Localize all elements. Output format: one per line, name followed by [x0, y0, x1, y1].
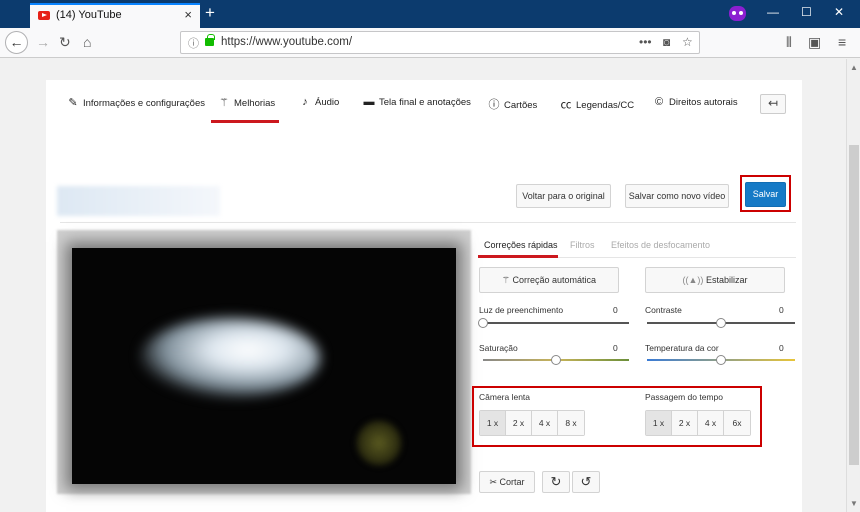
- color-temperature-label: Temperatura da cor: [645, 343, 719, 353]
- tab-info-settings[interactable]: ✎ Informações e configurações: [66, 96, 205, 118]
- fill-light-knob[interactable]: [478, 318, 488, 328]
- title-bar: (14) YouTube × + — ☐ ✕: [0, 0, 860, 28]
- video-title-thumbnail: [57, 186, 220, 216]
- tab-enhancements[interactable]: ⚚ Melhorias: [217, 96, 275, 118]
- scroll-thumb[interactable]: [849, 145, 859, 465]
- pencil-icon: ✎: [68, 97, 78, 109]
- tab-audio[interactable]: ♪ Áudio: [298, 96, 339, 118]
- save-as-new-video-button[interactable]: Salvar como novo vídeo: [625, 184, 729, 208]
- subtab-quick-fixes[interactable]: Correções rápidas: [484, 240, 558, 250]
- scissors-icon: ✂: [489, 477, 497, 487]
- saturation-knob[interactable]: [551, 355, 561, 365]
- saturation-value: 0: [613, 343, 618, 353]
- subtab-blur-effects[interactable]: Efeitos de desfocamento: [611, 240, 710, 250]
- library-icon[interactable]: ⫴: [786, 33, 792, 51]
- tab-end-screen[interactable]: ▬ Tela final e anotações: [362, 96, 471, 118]
- revert-to-original-button[interactable]: Voltar para o original: [516, 184, 611, 208]
- close-window-icon[interactable]: ✕: [834, 5, 844, 19]
- sidebar-icon[interactable]: ▣: [808, 33, 821, 51]
- saturation-label: Saturação: [479, 343, 518, 353]
- fill-light-value: 0: [613, 305, 618, 315]
- magic-wand-icon: ⚚: [219, 97, 229, 109]
- auto-fix-button[interactable]: ⚚ Correção automática: [479, 267, 619, 293]
- music-note-icon: ♪: [302, 96, 308, 108]
- rotate-right-button[interactable]: ↻: [542, 471, 570, 493]
- page-actions-icon[interactable]: •••: [639, 35, 652, 49]
- video-yellow-blur: [356, 420, 402, 466]
- pocket-icon[interactable]: ◙: [663, 35, 670, 49]
- url-text[interactable]: https://www.youtube.com/: [221, 36, 352, 48]
- maximize-icon[interactable]: ☐: [801, 5, 812, 19]
- timelapse-2x[interactable]: 2 x: [672, 411, 698, 435]
- tab-subtitles[interactable]: ㏄ Legendas/CC: [559, 96, 635, 118]
- active-subtab-indicator: [478, 255, 558, 258]
- rotate-right-icon: ↻: [550, 474, 562, 489]
- home-icon[interactable]: ⌂: [83, 33, 91, 51]
- header-divider: [60, 222, 796, 223]
- rotate-left-button[interactable]: ↺: [572, 471, 600, 493]
- contrast-knob[interactable]: [716, 318, 726, 328]
- vertical-scrollbar[interactable]: ▲ ▼: [846, 59, 860, 512]
- fill-light-label: Luz de preenchimento: [479, 305, 564, 315]
- slow-motion-4x[interactable]: 4 x: [532, 411, 558, 435]
- contrast-value: 0: [779, 305, 784, 315]
- active-tab-indicator: [211, 120, 279, 123]
- slow-motion-2x[interactable]: 2 x: [506, 411, 532, 435]
- browser-tab[interactable]: (14) YouTube ×: [30, 3, 200, 28]
- slow-motion-selector: 1 x 2 x 4 x 8 x: [479, 410, 585, 436]
- timelapse-4x[interactable]: 4 x: [698, 411, 724, 435]
- scroll-down-icon[interactable]: ▼: [850, 499, 858, 508]
- rotate-left-icon: ↺: [580, 474, 592, 489]
- save-button[interactable]: Salvar: [745, 182, 786, 207]
- timelapse-label: Passagem do tempo: [645, 392, 723, 402]
- slow-motion-8x[interactable]: 8 x: [558, 411, 584, 435]
- timelapse-1x[interactable]: 1 x: [646, 411, 672, 435]
- url-bar[interactable]: ⓘ https://www.youtube.com/ ••• ◙ ☆: [180, 31, 700, 54]
- contrast-label: Contraste: [645, 305, 682, 315]
- timelapse-6x[interactable]: 6x: [724, 411, 750, 435]
- info-icon[interactable]: ⓘ: [188, 35, 199, 51]
- menu-icon[interactable]: ≡: [838, 33, 846, 51]
- info-circle-icon: ⓘ: [488, 99, 500, 111]
- tab-cards[interactable]: ⓘ Cartões: [487, 96, 538, 118]
- video-light-blur: [140, 318, 320, 398]
- trim-button[interactable]: ✂ Cortar: [479, 471, 535, 493]
- private-browsing-icon: [729, 6, 746, 21]
- magic-wand-icon: ⚚: [501, 275, 510, 285]
- new-tab-icon[interactable]: +: [205, 3, 215, 23]
- minimize-icon[interactable]: —: [767, 5, 779, 19]
- subtab-filters[interactable]: Filtros: [570, 240, 595, 250]
- youtube-favicon-icon: [38, 11, 50, 20]
- tab-copyright[interactable]: © Direitos autorais: [652, 96, 738, 118]
- color-temperature-knob[interactable]: [716, 355, 726, 365]
- stabilize-icon: ((▲)): [682, 275, 704, 285]
- bookmark-star-icon[interactable]: ☆: [682, 35, 693, 49]
- return-button[interactable]: ↤: [760, 94, 786, 114]
- lock-icon: [205, 34, 215, 46]
- fill-light-track[interactable]: [483, 322, 629, 324]
- navigation-bar: ← → ↻ ⌂ ⓘ https://www.youtube.com/ ••• ◙…: [0, 28, 860, 58]
- stabilize-button[interactable]: ((▲)) Estabilizar: [645, 267, 785, 293]
- slow-motion-1x[interactable]: 1 x: [480, 411, 506, 435]
- return-arrow-icon: ↤: [767, 96, 779, 110]
- timelapse-selector: 1 x 2 x 4 x 6x: [645, 410, 751, 436]
- tab-title: (14) YouTube: [56, 9, 122, 21]
- copyright-icon: ©: [654, 96, 664, 108]
- forward-icon[interactable]: →: [36, 33, 50, 51]
- slow-motion-label: Câmera lenta: [479, 392, 531, 402]
- color-temperature-value: 0: [779, 343, 784, 353]
- cc-icon: ㏄: [560, 99, 572, 111]
- reload-icon[interactable]: ↻: [59, 33, 71, 51]
- tab-close-icon[interactable]: ×: [184, 7, 192, 22]
- scroll-up-icon[interactable]: ▲: [850, 63, 858, 72]
- card-icon: ▬: [363, 96, 375, 108]
- back-button-icon[interactable]: ←: [5, 31, 28, 54]
